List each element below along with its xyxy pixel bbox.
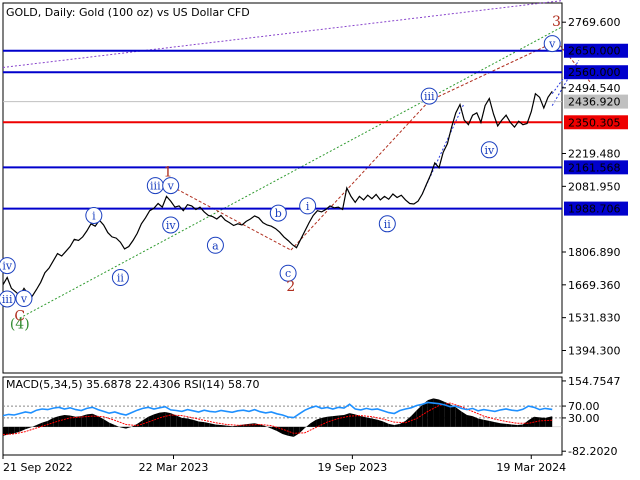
macd-histogram-bar	[181, 417, 188, 427]
macd-histogram-bar	[466, 414, 473, 427]
wave-label: iii	[2, 293, 13, 306]
price-axis-label: 1394.300	[568, 344, 621, 357]
price-level-label: 2350.305	[568, 116, 621, 129]
price-level-label: 2161.568	[568, 161, 621, 174]
price-level-label: 1988.706	[568, 203, 621, 216]
date-axis-label: 21 Sep 2022	[3, 461, 73, 474]
macd-histogram-bar	[159, 411, 166, 427]
macd-histogram-bar	[349, 413, 356, 427]
wave-label: iv	[484, 144, 495, 157]
price-level-label: 2560.000	[568, 66, 621, 79]
price-level-label: 2650.000	[568, 45, 621, 58]
price-axis-label: 2769.600	[568, 16, 621, 29]
chart-canvas: 2650.000 2560.000 2436.920 2350.305 2161.568…	[0, 0, 640, 480]
wave-label: v	[548, 38, 556, 51]
price-level-label: 2436.920	[568, 96, 621, 109]
price-axis-label: 1531.830	[568, 312, 621, 325]
macd-histogram-bar	[360, 416, 367, 427]
macd-histogram-bar	[545, 416, 553, 427]
macd-histogram-bar	[64, 414, 71, 427]
wave-label: v	[20, 293, 28, 306]
macd-histogram-bar	[478, 418, 484, 427]
macd-histogram-bar	[450, 404, 456, 427]
macd-histogram-bar	[343, 413, 350, 427]
wave-label: i	[306, 200, 310, 213]
wave-label: iii	[150, 180, 161, 193]
macd-histogram-bar	[332, 415, 339, 427]
price-axis-label: 2494.540	[568, 82, 621, 95]
macd-histogram-bar	[165, 411, 171, 427]
chart-window: 2650.000 2560.000 2436.920 2350.305 2161.568…	[0, 0, 640, 480]
macd-histogram-bar	[338, 414, 344, 427]
wave-label: 2	[286, 279, 295, 295]
price-axis-label: 1806.890	[568, 246, 621, 259]
macd-histogram-bar	[8, 426, 15, 435]
date-axis-label: 19 Sep 2023	[318, 461, 388, 474]
wave-label: v	[167, 180, 175, 193]
macd-histogram-bar	[198, 421, 205, 427]
wave-label: ii	[384, 218, 392, 231]
wave-label: iii	[424, 90, 435, 103]
wave-label: C	[14, 309, 25, 325]
date-axis-label: 19 Mar 2024	[496, 461, 566, 474]
indicator-axis-label: 30.00	[568, 412, 600, 425]
wave-label: a	[212, 239, 219, 252]
macd-histogram-bar	[366, 417, 372, 427]
wave-label: 3	[552, 14, 561, 30]
price-axis-label: 2219.480	[568, 148, 621, 161]
wave-label: ii	[117, 272, 125, 285]
chart-title: GOLD, Daily: Gold (100 oz) vs US Dollar …	[6, 6, 250, 19]
wave-label: i	[92, 209, 96, 222]
macd-histogram-bar	[483, 419, 490, 427]
macd-histogram-bar	[371, 418, 378, 427]
price-axis-label: 1669.360	[568, 279, 621, 292]
indicator-axis-label: -82.2020	[568, 445, 617, 458]
macd-histogram-bar	[321, 416, 328, 427]
indicator-axis-label: 154.7547	[568, 375, 621, 388]
macd-histogram-bar	[539, 417, 546, 427]
wave-label: iv	[2, 260, 13, 273]
indicator-title: MACD(5,34,5) 35.6878 22.4306 RSI(14) 58.…	[6, 378, 259, 391]
macd-histogram-bar	[187, 418, 194, 427]
date-axis-label: 22 Mar 2023	[139, 461, 209, 474]
wave-label: iv	[166, 219, 177, 232]
wave-label: b	[275, 207, 282, 220]
price-axis-label: 2081.950	[568, 180, 621, 193]
macd-histogram-bar	[500, 423, 507, 427]
